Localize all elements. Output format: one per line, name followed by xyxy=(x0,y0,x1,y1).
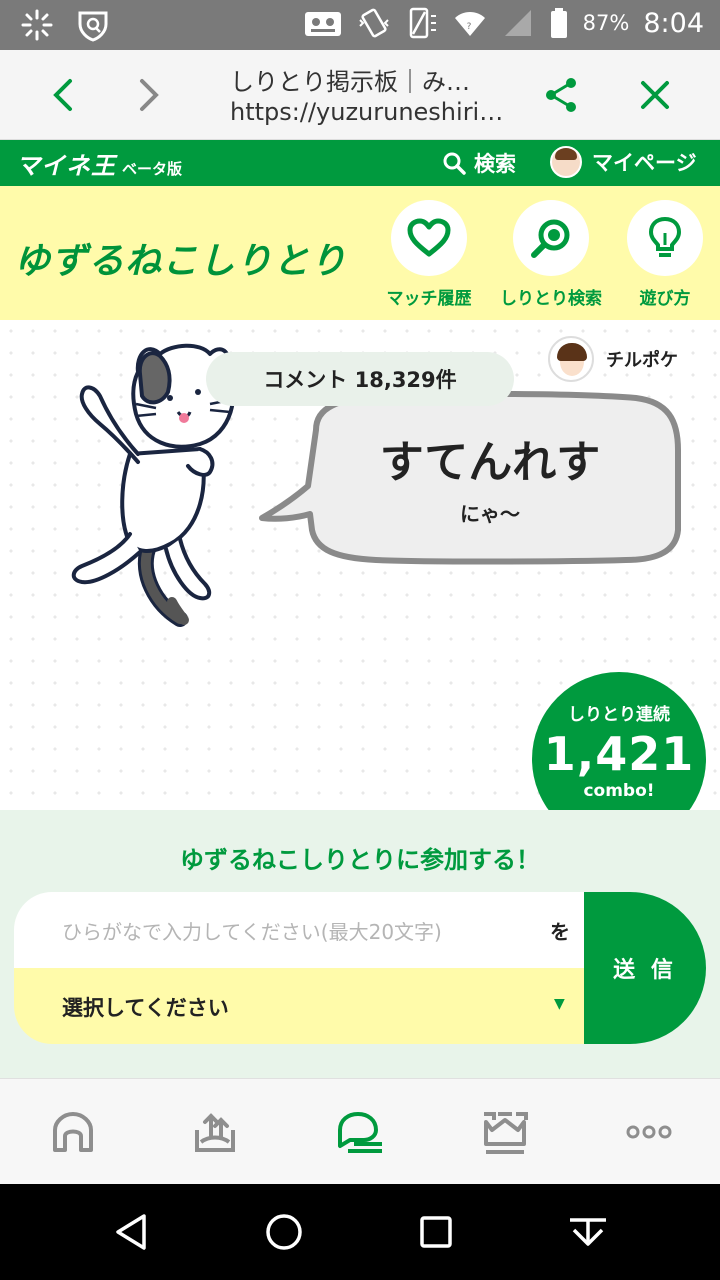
share-icon xyxy=(546,78,576,112)
nav-how-to-play[interactable]: 遊び方 xyxy=(610,200,720,309)
back-button[interactable] xyxy=(38,70,88,120)
signal-icon xyxy=(504,10,531,36)
battery-icon xyxy=(550,8,567,38)
keyboard-hide-icon xyxy=(570,1218,606,1246)
action-select[interactable]: 選択してください ▼ xyxy=(14,968,584,1044)
loading-icon xyxy=(21,9,53,41)
bottom-nav-home[interactable] xyxy=(48,1107,98,1157)
combo-unit: combo! xyxy=(583,781,655,801)
wifi-icon: ? xyxy=(454,12,485,36)
shiritori-icon xyxy=(338,1112,382,1153)
shiritori-banner: ゆずるねこしりとり マッチ履歴 しりとり検索 遊び方 xyxy=(0,186,720,320)
home-icon xyxy=(53,1112,93,1152)
more-icon xyxy=(626,1125,672,1139)
particle-label: を xyxy=(550,920,570,944)
close-icon xyxy=(641,81,669,109)
shiritori-main: コメント 18,329件 チルポケ すてんれす にゃ〜 しりとり連続 1,421… xyxy=(0,320,720,846)
comment-count-badge: コメント 18,329件 xyxy=(206,352,514,406)
nav-how-to-play-label: 遊び方 xyxy=(639,289,691,309)
triangle-back-icon xyxy=(116,1214,146,1250)
word-input-placeholder: ひらがなで入力してください(最大20文字) xyxy=(62,920,442,944)
combo-label: しりとり連続 xyxy=(568,705,670,725)
submit-button[interactable]: 送 信 xyxy=(584,892,706,1044)
current-word-suffix: にゃ〜 xyxy=(460,502,520,526)
heart-icon xyxy=(407,218,451,257)
bottom-nav-shiritori[interactable] xyxy=(336,1107,386,1157)
voicemail-icon xyxy=(304,12,341,36)
svg-text:?: ? xyxy=(466,22,471,32)
beta-label: ベータ版 xyxy=(122,160,183,178)
shield-icon xyxy=(78,11,108,42)
page-title[interactable]: しりとり掲示板｜み… xyxy=(230,62,470,97)
search-icon xyxy=(443,152,466,175)
system-home-button[interactable] xyxy=(262,1210,306,1254)
forward-button[interactable] xyxy=(124,70,174,120)
vibrate-icon xyxy=(358,8,389,38)
nav-match-history-label: マッチ履歴 xyxy=(386,289,472,309)
bottom-nav-ranking[interactable] xyxy=(480,1107,530,1157)
action-select-value: 選択してください xyxy=(62,996,229,1020)
search-label: 検索 xyxy=(474,152,516,176)
android-nav-bar xyxy=(0,1184,720,1280)
clock: 8:04 xyxy=(643,7,704,39)
bottom-nav-post[interactable] xyxy=(190,1107,240,1157)
poster-name: チルポケ xyxy=(606,350,678,371)
dropdown-arrow-icon: ▼ xyxy=(554,996,565,1012)
system-recents-button[interactable] xyxy=(414,1210,458,1254)
system-keyboard-button[interactable] xyxy=(566,1210,610,1254)
header-mypage-link[interactable]: マイページ xyxy=(550,146,697,178)
chevron-right-icon xyxy=(140,79,159,111)
upload-icon xyxy=(195,1113,235,1152)
chevron-left-icon xyxy=(53,79,72,111)
shiritori-form: ひらがなで入力してください(最大20文字) を 選択してください ▼ 送 信 xyxy=(14,892,706,1044)
battery-percent: 87% xyxy=(582,11,630,35)
square-recents-icon xyxy=(420,1216,452,1248)
share-button[interactable] xyxy=(536,70,586,120)
url-text[interactable]: https://yuzuruneshiri… xyxy=(230,98,503,126)
status-bar: ? 87% 8:04 xyxy=(0,0,720,50)
browser-toolbar: しりとり掲示板｜み… https://yuzuruneshiri… xyxy=(0,50,720,140)
crown-icon xyxy=(484,1112,528,1154)
word-input[interactable]: ひらがなで入力してください(最大20文字) を xyxy=(14,892,584,968)
avatar xyxy=(548,336,594,382)
header-search-link[interactable]: 検索 xyxy=(442,148,516,178)
avatar xyxy=(550,146,582,178)
close-button[interactable] xyxy=(630,70,680,120)
site-logo[interactable]: マイネ王 xyxy=(16,146,116,181)
join-section: ゆずるねこしりとりに参加する！ ひらがなで入力してください(最大20文字) を … xyxy=(0,810,720,1078)
nav-shiritori-search-label: しりとり検索 xyxy=(500,289,602,309)
mypage-label: マイページ xyxy=(592,151,697,175)
circle-home-icon xyxy=(266,1214,302,1250)
site-header: マイネ王 ベータ版 検索 マイページ xyxy=(0,140,720,186)
bottom-nav-more[interactable] xyxy=(624,1107,674,1157)
bottom-nav xyxy=(0,1078,720,1184)
combo-value: 1,421 xyxy=(543,727,695,781)
nav-shiritori-search[interactable]: しりとり検索 xyxy=(496,200,606,309)
search-icon xyxy=(531,219,570,258)
system-back-button[interactable] xyxy=(110,1210,154,1254)
join-title: ゆずるねこしりとりに参加する！ xyxy=(180,846,540,874)
lightbulb-icon xyxy=(648,216,682,257)
screen-rotate-icon xyxy=(409,7,436,39)
banner-title[interactable]: ゆずるねこしりとり xyxy=(14,232,347,284)
poster-info[interactable]: チルポケ xyxy=(548,336,678,382)
nav-match-history[interactable]: マッチ履歴 xyxy=(374,200,484,309)
current-word: すてんれす xyxy=(379,437,601,488)
